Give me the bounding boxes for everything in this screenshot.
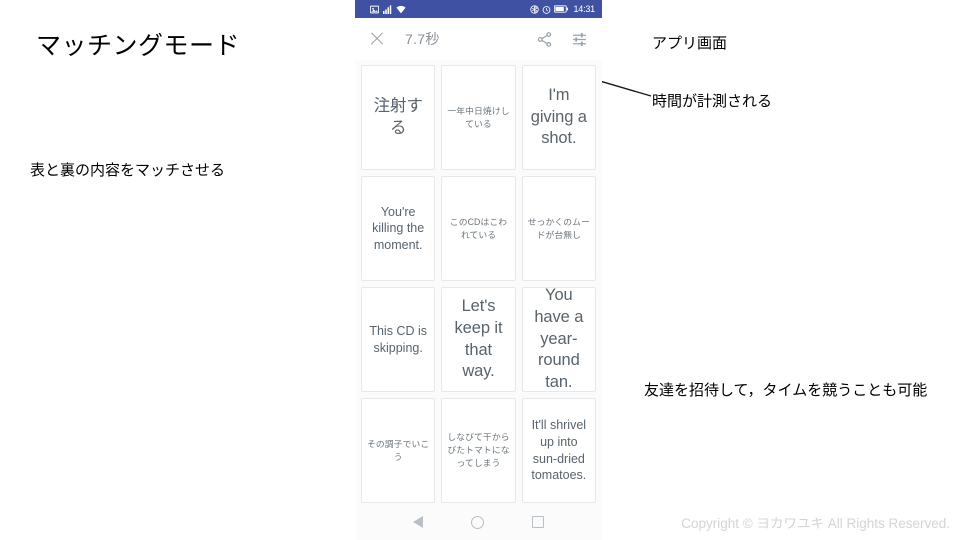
back-icon[interactable]	[413, 516, 423, 528]
card-text: You're killing the moment.	[372, 204, 425, 252]
matching-card-grid: 注射する 一年中日焼けしている I'm giving a shot. You'r…	[355, 60, 602, 504]
phone-screenshot: 14:31 7.7秒 注射する 一年中日焼けしている I'm giving a …	[355, 0, 602, 540]
matching-card[interactable]: その調子でいこう	[361, 398, 436, 503]
tune-icon[interactable]	[571, 31, 588, 48]
app-toolbar: 7.7秒	[355, 18, 602, 60]
bluetooth-icon	[530, 4, 540, 14]
card-text: このCDはこわれている	[449, 216, 508, 240]
photo-icon	[370, 5, 379, 13]
matching-card[interactable]: You're killing the moment.	[361, 176, 436, 281]
matching-card[interactable]: I'm giving a shot.	[521, 65, 596, 170]
card-text: 一年中日焼けしている	[447, 105, 510, 129]
battery-icon	[554, 5, 569, 13]
timer-label: 7.7秒	[405, 31, 440, 47]
matching-card[interactable]: 一年中日焼けしている	[441, 65, 516, 170]
matching-card[interactable]: This CD is skipping.	[361, 287, 436, 392]
card-text: Let's keep it that way.	[454, 296, 503, 381]
card-text: It'll shrivel up into sun-dried tomatoes…	[531, 418, 587, 483]
android-nav-bar	[355, 504, 602, 540]
signal-icon	[383, 4, 392, 14]
annotation-match-description: 表と裏の内容をマッチさせる	[30, 162, 226, 179]
matching-card[interactable]: せっかくのムードが台無し	[521, 176, 596, 281]
android-status-bar: 14:31	[355, 0, 602, 18]
matching-card[interactable]: It'll shrivel up into sun-dried tomatoes…	[521, 398, 596, 503]
share-icon[interactable]	[536, 31, 553, 48]
home-icon[interactable]	[471, 515, 484, 529]
status-bar-clock: 14:31	[573, 4, 595, 14]
card-text: This CD is skipping.	[369, 323, 427, 355]
matching-card[interactable]: このCDはこわれている	[441, 176, 516, 281]
page-title: マッチングモード	[36, 32, 241, 60]
matching-card[interactable]: Let's keep it that way.	[441, 287, 516, 392]
annotation-timer: 時間が計測される	[652, 93, 773, 110]
card-text: その調子でいこう	[367, 438, 430, 462]
matching-card[interactable]: You have a year-round tan.	[521, 287, 596, 392]
card-text: せっかくのムードが台無し	[527, 216, 590, 240]
annotation-invite-friends: 友達を招待して，タイムを競うことも可能	[644, 382, 928, 399]
copyright-footer: Copyright © ヨカワユキ All Rights Reserved.	[681, 516, 950, 531]
card-text: 注射する	[373, 96, 423, 137]
card-text: しなびて干からびたトマトになってしまう	[447, 432, 510, 468]
matching-card[interactable]: しなびて干からびたトマトになってしまう	[441, 398, 516, 503]
alarm-icon	[543, 5, 551, 14]
wifi-icon	[396, 5, 406, 13]
recents-icon[interactable]	[532, 516, 544, 528]
close-icon[interactable]	[369, 31, 385, 47]
annotation-app-screen: アプリ画面	[652, 35, 728, 52]
card-text: I'm giving a shot.	[530, 85, 587, 148]
matching-card[interactable]: 注射する	[361, 65, 436, 170]
card-text: You have a year-round tan.	[534, 287, 584, 392]
